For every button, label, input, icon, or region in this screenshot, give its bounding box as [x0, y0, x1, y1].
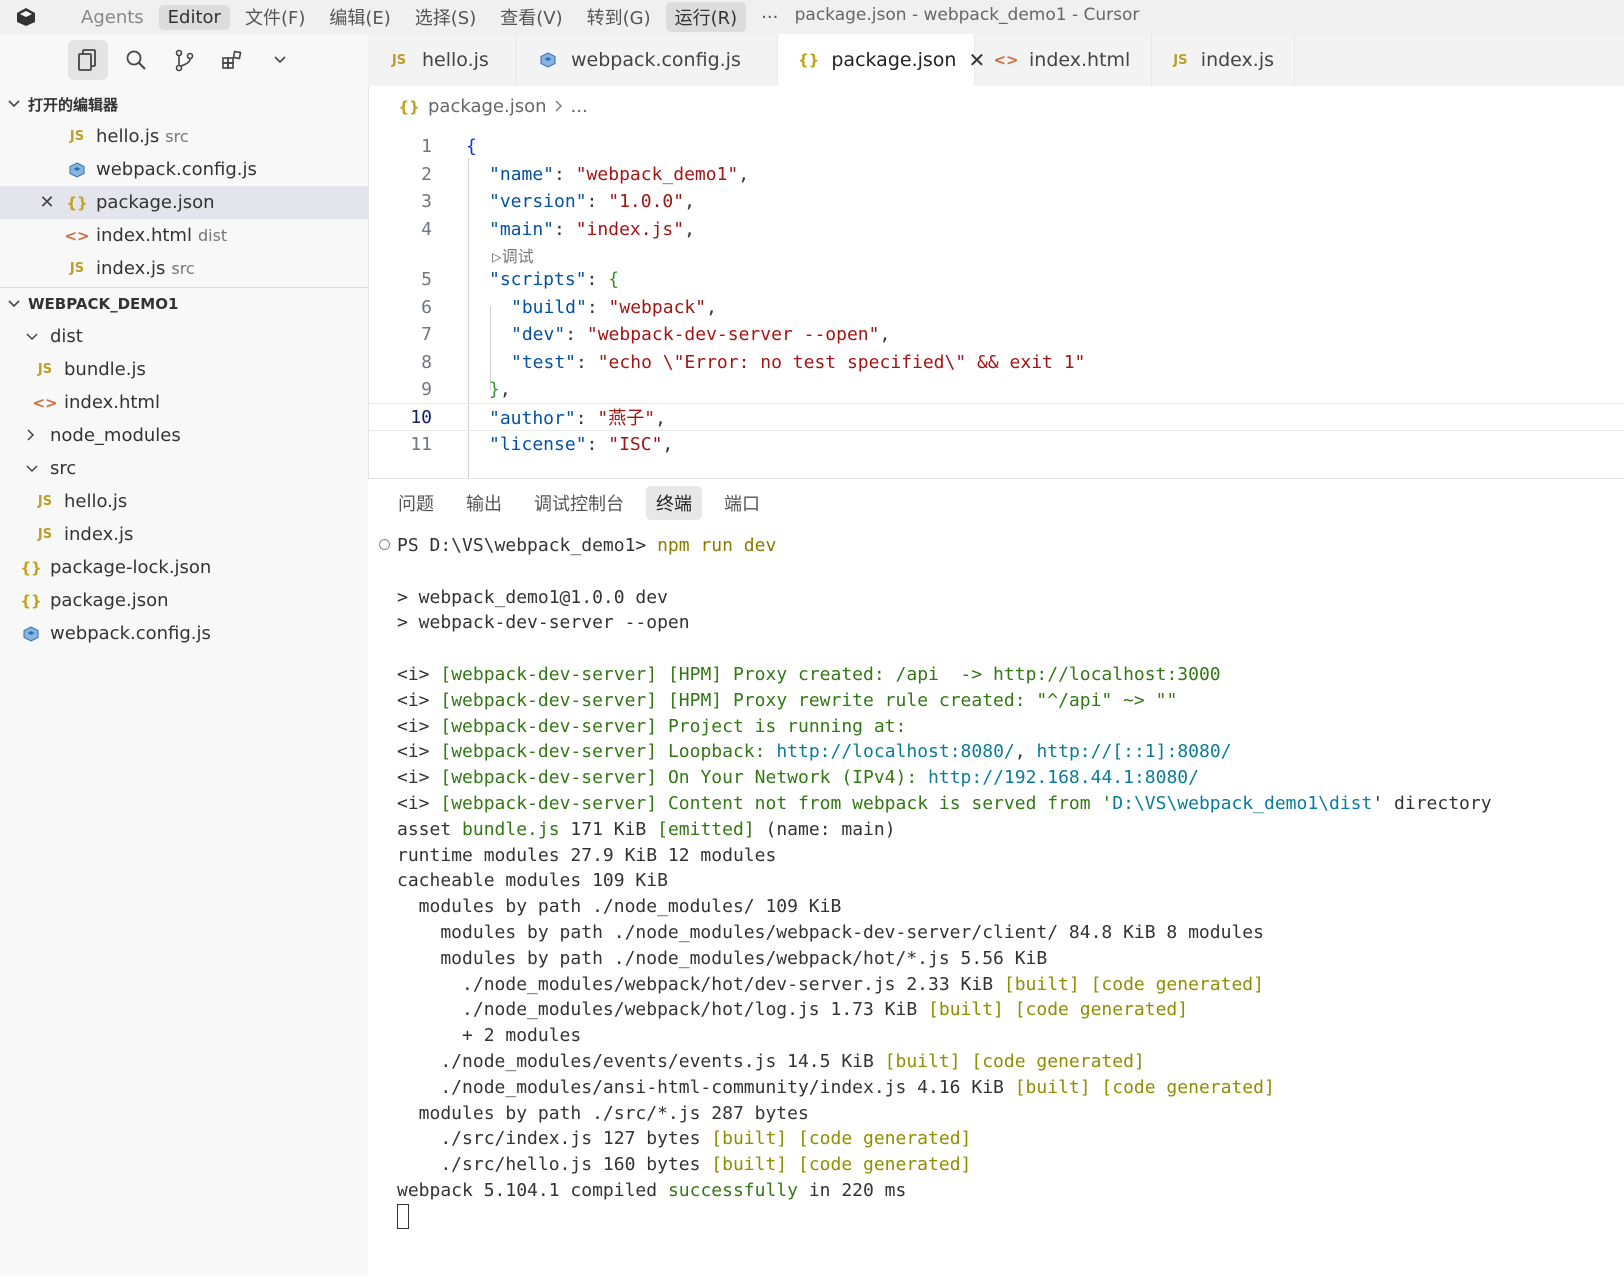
close-icon[interactable]: ✕ [36, 192, 58, 213]
code-line: 2 "name": "webpack_demo1", [421, 163, 750, 185]
code-line: 7 "dev": "webpack-dev-server --open", [421, 323, 891, 345]
json-file-icon: {} [20, 558, 42, 577]
menu-selection[interactable]: 选择(S) [406, 2, 485, 32]
command-status-icon[interactable] [379, 539, 390, 550]
chevron-right-icon [26, 425, 42, 446]
open-editor-index-js[interactable]: JS index.js src [0, 252, 368, 285]
code-line: 11 "license": "ISC", [410, 433, 674, 455]
explorer-icon[interactable] [68, 40, 108, 80]
code-line: 8 "test": "echo \"Error: no test specifie… [421, 351, 1086, 373]
chevron-down-icon [0, 99, 28, 109]
open-editors-header[interactable]: 打开的编辑器 [0, 88, 368, 120]
code-line: 9}, [421, 378, 511, 400]
tab-output[interactable]: 输出 [456, 486, 512, 520]
panel-tabs: 问题 输出 调试控制台 终端 端口 [368, 479, 1624, 527]
breadcrumb-file[interactable]: package.json [428, 96, 547, 117]
chevron-down-icon [0, 299, 28, 309]
chevron-right-icon [555, 96, 563, 117]
tab-hello-js[interactable]: JS hello.js [368, 34, 517, 86]
json-file-icon: {} [66, 193, 88, 212]
code-line: 1{ [421, 135, 477, 157]
code-line: 5 "scripts": { [421, 268, 620, 290]
menu-file[interactable]: 文件(F) [236, 2, 314, 32]
editor-tabs: JS hello.js webpack.config.js {} package.j… [368, 34, 1624, 86]
open-editor-hello-js[interactable]: JS hello.js src [0, 120, 368, 153]
breadcrumb: {} package.json ... [398, 96, 588, 117]
terminal-output[interactable]: PS D:\VS\webpack_demo1> npm run dev ​ > … [397, 533, 1492, 1230]
cursor-logo-icon [12, 3, 40, 31]
code-line: 4 "main": "index.js", [421, 218, 695, 240]
menu-run[interactable]: 运行(R) [665, 2, 747, 32]
tab-index-js[interactable]: JS index.js [1152, 34, 1295, 86]
json-file-icon: {} [398, 97, 420, 116]
js-file-icon: JS [69, 129, 85, 144]
folder-src[interactable]: src [0, 452, 368, 485]
file-hello-js[interactable]: JS hello.js [0, 485, 368, 518]
open-editor-package-json[interactable]: ✕ {} package.json [0, 186, 368, 219]
extensions-icon[interactable] [212, 40, 252, 80]
tab-terminal[interactable]: 终端 [646, 486, 702, 520]
html-file-icon: <> [32, 393, 58, 412]
code-line: 6 "build": "webpack", [421, 296, 717, 318]
tab-problems[interactable]: 问题 [388, 486, 444, 520]
js-file-icon: JS [1173, 52, 1188, 68]
open-editor-index-html[interactable]: <> index.html dist [0, 219, 368, 252]
tab-package-json[interactable]: {} package.json ✕ [778, 34, 985, 86]
webpack-file-icon [537, 52, 559, 68]
chevron-down-icon[interactable] [260, 40, 300, 80]
debug-codelens[interactable]: ▷调试 [492, 243, 534, 267]
js-file-icon: JS [37, 527, 53, 542]
source-control-icon[interactable] [164, 40, 204, 80]
code-line-current: 10 "author": "燕子", [368, 403, 1624, 431]
folder-dist[interactable]: dist [0, 320, 368, 353]
file-package-lock-json[interactable]: {} package-lock.json [0, 551, 368, 584]
chevron-down-icon [26, 326, 42, 347]
breadcrumb-more[interactable]: ... [571, 96, 588, 117]
bottom-panel: 问题 输出 调试控制台 终端 端口 PS D:\VS\webpack_demo1… [368, 478, 1624, 1277]
file-index-js[interactable]: JS index.js [0, 518, 368, 551]
sidebar: 打开的编辑器 JS hello.js src webpack.config.js … [0, 34, 369, 1276]
webpack-file-icon [66, 161, 88, 178]
file-package-json[interactable]: {} package.json [0, 584, 368, 617]
code-line: 3 "version": "1.0.0", [421, 190, 695, 212]
open-editor-webpack-config[interactable]: webpack.config.js [0, 153, 368, 186]
tab-index-html[interactable]: <> index.html [975, 34, 1152, 86]
tab-webpack-config[interactable]: webpack.config.js [517, 34, 778, 86]
file-webpack-config-js[interactable]: webpack.config.js [0, 617, 368, 650]
menu-editor[interactable]: Editor [158, 4, 230, 30]
code-editor[interactable]: 1{ 2 "name": "webpack_demo1", 3 "version":… [368, 130, 1624, 478]
menu-goto[interactable]: 转到(G) [578, 2, 660, 32]
html-file-icon: <> [64, 226, 90, 245]
webpack-file-icon [20, 625, 42, 642]
js-file-icon: JS [69, 261, 85, 276]
project-header[interactable]: WEBPACK_DEMO1 [0, 288, 368, 320]
activity-bar [0, 34, 368, 86]
menu-view[interactable]: 查看(V) [491, 2, 571, 32]
search-icon[interactable] [116, 40, 156, 80]
js-file-icon: JS [37, 494, 53, 509]
chevron-down-icon [26, 458, 42, 479]
html-file-icon: <> [993, 51, 1019, 69]
folder-node-modules[interactable]: node_modules [0, 419, 368, 452]
terminal-cursor [397, 1204, 409, 1230]
menu-more[interactable]: ··· [752, 5, 787, 30]
json-file-icon: {} [798, 51, 820, 69]
file-bundle-js[interactable]: JS bundle.js [0, 353, 368, 386]
title-bar: Agents Editor 文件(F) 编辑(E) 选择(S) 查看(V) 转到… [0, 0, 1624, 34]
js-file-icon: JS [391, 52, 407, 68]
tab-debug-console[interactable]: 调试控制台 [524, 486, 634, 520]
tab-ports[interactable]: 端口 [714, 486, 770, 520]
js-file-icon: JS [37, 362, 53, 377]
menu-agents[interactable]: Agents [72, 5, 153, 30]
menu-edit[interactable]: 编辑(E) [320, 2, 399, 32]
json-file-icon: {} [20, 591, 42, 610]
file-index-html[interactable]: <> index.html [0, 386, 368, 419]
